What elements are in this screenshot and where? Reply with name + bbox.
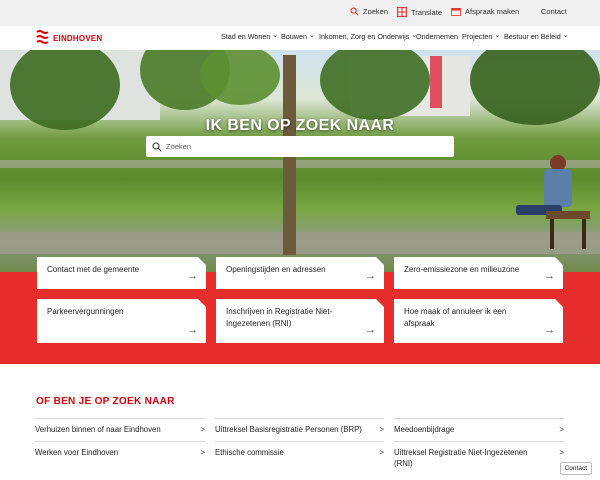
translate-icon xyxy=(397,7,407,17)
nav-item-projecten[interactable]: Projecten ⌄ xyxy=(462,32,500,41)
arrow-right-icon: → xyxy=(187,270,198,282)
chevron-right-icon: > xyxy=(200,425,205,434)
card-parkeervergunningen[interactable]: Parkeervergunningen → xyxy=(37,299,206,343)
utility-contact-link[interactable]: Contact xyxy=(541,7,567,16)
arrow-right-icon: → xyxy=(544,324,555,336)
search-icon xyxy=(152,141,162,152)
calendar-icon xyxy=(451,8,461,16)
utility-bar: Zoeken Translate Afspraak maken Contact xyxy=(0,0,600,26)
chevron-down-icon: ⌄ xyxy=(562,32,569,39)
nav-item-bouwen[interactable]: Bouwen ⌄ xyxy=(281,32,315,41)
arrow-right-icon: → xyxy=(544,270,555,282)
chevron-right-icon: > xyxy=(379,425,384,434)
chevron-down-icon: ⌄ xyxy=(308,32,315,39)
card-label: Openingstijden en adressen xyxy=(226,265,326,274)
arrow-right-icon: → xyxy=(187,324,198,336)
utility-search-link[interactable]: Zoeken xyxy=(350,7,388,16)
chevron-right-icon: > xyxy=(200,448,205,457)
nav-item-label: Bestuur en Beleid xyxy=(504,32,561,41)
utility-contact-label: Contact xyxy=(541,7,567,16)
logo-waves-icon xyxy=(36,30,49,44)
utility-search-label: Zoeken xyxy=(363,7,389,16)
list-item-uittreksel-brp[interactable]: Uittreksel Basisregistratie Personen (BR… xyxy=(215,418,384,440)
hero-search-input[interactable] xyxy=(166,142,446,151)
list-item-verhuizen[interactable]: Verhuizen binnen of naar Eindhoven > xyxy=(35,418,205,440)
list-item-label: Ethische commissie xyxy=(215,448,284,457)
hero-flag xyxy=(430,56,442,108)
chevron-right-icon: > xyxy=(559,425,564,434)
utility-translate-label: Translate xyxy=(411,7,442,17)
hero-banner: IK BEN OP ZOEK NAAR xyxy=(0,50,600,272)
hero-search-box[interactable] xyxy=(146,136,454,157)
chevron-right-icon: > xyxy=(379,448,384,457)
card-inschrijven-rni[interactable]: Inschrijven in Registratie Niet-Ingezete… xyxy=(216,299,384,343)
list-item-label: Uittreksel Registratie Niet-Ingezetenen … xyxy=(394,448,528,468)
list-item-label: Uittreksel Basisregistratie Personen (BR… xyxy=(215,425,362,434)
chevron-down-icon: ⌄ xyxy=(494,32,501,39)
nav-item-label: Projecten xyxy=(462,32,493,41)
card-zero-emissiezone[interactable]: Zero-emissiezone en milieuzone → xyxy=(394,257,563,289)
card-label: Hoe maak of annuleer ik een afspraak xyxy=(404,307,507,328)
hero-title: IK BEN OP ZOEK NAAR xyxy=(205,117,395,134)
utility-appointment-link[interactable]: Afspraak maken xyxy=(451,7,519,16)
list-item-label: Meedoenbijdrage xyxy=(394,425,455,434)
logo-text: EINDHOVEN xyxy=(53,33,103,43)
arrow-right-icon: → xyxy=(365,324,376,336)
list-item-meedoenbijdrage[interactable]: Meedoenbijdrage > xyxy=(394,418,564,440)
section-title: OF BEN JE OP ZOEK NAAR xyxy=(36,396,175,407)
floating-contact-button[interactable]: Contact xyxy=(559,462,592,475)
nav-item-label: Stad en Wonen xyxy=(221,32,271,41)
search-icon xyxy=(350,7,359,16)
utility-appointment-label: Afspraak maken xyxy=(465,7,520,16)
card-label: Inschrijven in Registratie Niet-Ingezete… xyxy=(226,307,333,328)
list-item-label: Werken voor Eindhoven xyxy=(35,448,119,457)
nav-item-inkomen-zorg-onderwijs[interactable]: Inkomen, Zorg en Onderwijs ⌄ xyxy=(319,32,417,41)
utility-translate-link[interactable]: Translate xyxy=(397,7,442,17)
card-afspraak[interactable]: Hoe maak of annuleer ik een afspraak → xyxy=(394,299,563,343)
main-navigation: EINDHOVEN Stad en Wonen ⌄ Bouwen ⌄ Inkom… xyxy=(0,26,600,50)
nav-item-label: Bouwen xyxy=(281,32,307,41)
card-label: Parkeervergunningen xyxy=(47,307,124,316)
eindhoven-logo[interactable]: EINDHOVEN xyxy=(36,29,102,47)
list-item-label: Verhuizen binnen of naar Eindhoven xyxy=(35,425,161,434)
nav-item-ondernemen[interactable]: Ondernemen xyxy=(416,32,458,41)
hero-tree xyxy=(200,50,280,105)
nav-item-label: Inkomen, Zorg en Onderwijs xyxy=(319,32,410,41)
chevron-down-icon: ⌄ xyxy=(272,32,279,39)
list-item-uittreksel-rni[interactable]: Uittreksel Registratie Niet-Ingezetenen … xyxy=(394,441,564,473)
nav-item-label: Ondernemen xyxy=(416,32,458,41)
chevron-right-icon: > xyxy=(559,448,564,457)
list-item-werken[interactable]: Werken voor Eindhoven > xyxy=(35,441,205,473)
arrow-right-icon: → xyxy=(365,270,376,282)
hero-tree xyxy=(470,50,600,125)
card-openingstijden[interactable]: Openingstijden en adressen → xyxy=(216,257,384,289)
card-label: Contact met de gemeente xyxy=(47,265,140,274)
list-item-ethische-commissie[interactable]: Ethische commissie > xyxy=(215,441,384,473)
nav-item-stad-en-wonen[interactable]: Stad en Wonen ⌄ xyxy=(221,32,278,41)
card-label: Zero-emissiezone en milieuzone xyxy=(404,265,520,274)
hero-person xyxy=(510,155,590,255)
card-contact-gemeente[interactable]: Contact met de gemeente → xyxy=(37,257,206,289)
nav-item-bestuur-en-beleid[interactable]: Bestuur en Beleid ⌄ xyxy=(504,32,569,41)
